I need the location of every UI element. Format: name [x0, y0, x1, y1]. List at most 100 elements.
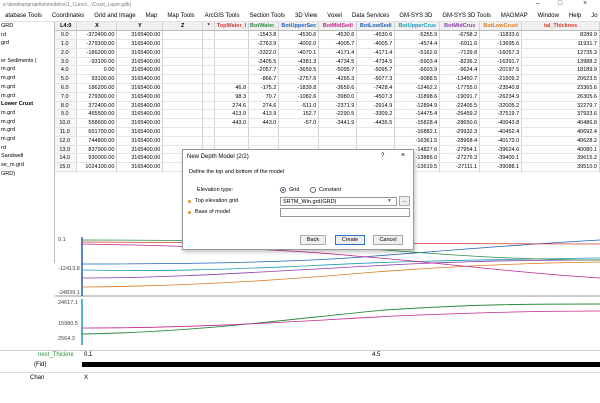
table-cell[interactable]: 443.0 — [214, 118, 250, 129]
table-cell[interactable]: -2757.6 — [278, 74, 320, 85]
table-cell[interactable]: -4734.5 — [356, 57, 396, 67]
menu-item[interactable]: Voxel — [322, 10, 347, 21]
table-cell[interactable]: 3165400.00 — [116, 57, 164, 67]
table-cell[interactable]: -2763.9 — [248, 39, 280, 49]
table-row[interactable]: 9.0 465500.00 3165400.00 413.9 413.9 152.7 -22… — [55, 109, 600, 120]
column-header[interactable]: Z — [162, 22, 204, 32]
table-cell[interactable]: -3322.0 — [248, 48, 280, 58]
table-cell[interactable]: 930000.00 — [76, 153, 118, 164]
table-cell[interactable]: 40692.4 — [521, 127, 600, 137]
menu-item[interactable]: Map Tools — [162, 10, 199, 21]
table-cell[interactable]: -20197.5 — [479, 65, 523, 76]
column-header[interactable]: X — [76, 22, 118, 32]
table-cell[interactable]: -15828.4 — [394, 118, 441, 129]
table-cell[interactable]: -27954.1 — [439, 145, 481, 155]
table-cell[interactable]: 3165400.00 — [116, 83, 164, 93]
cancel-button[interactable]: Cancel — [373, 235, 403, 245]
explorer-item[interactable]: m.grd — [0, 135, 54, 144]
column-header[interactable]: Y — [116, 22, 164, 32]
table-row[interactable]: 5.0 93100.00 3165400.00 -866.7 -2757.6 -4265.… — [55, 74, 600, 85]
table-cell[interactable] — [248, 136, 280, 146]
column-header[interactable]: tal_Thicknes — [521, 22, 600, 32]
table-cell[interactable]: -22405.5 — [439, 101, 481, 111]
table-cell[interactable]: 40628.2 — [521, 136, 600, 146]
table-cell[interactable]: -4436.5 — [356, 118, 396, 129]
explorer-item[interactable]: rd — [0, 31, 54, 40]
table-cell[interactable]: 3165400.00 — [116, 109, 164, 120]
table-cell[interactable] — [214, 30, 250, 41]
table-cell[interactable]: -26234.9 — [479, 92, 523, 102]
table-cell[interactable]: -17755.0 — [439, 83, 481, 93]
explorer-item[interactable]: m.grd — [0, 126, 54, 135]
table-cell[interactable] — [162, 136, 204, 146]
explorer-item[interactable]: GRD) — [0, 170, 54, 179]
back-button[interactable]: Back — [300, 235, 326, 245]
table-row[interactable]: 3.0 -93100.00 3165400.00 -2405.5 -4381.3 -473… — [55, 57, 600, 67]
table-cell[interactable]: 13.0 — [55, 145, 78, 155]
table-row[interactable]: 10.0 558600.00 3165400.00 443.0 443.0 -57.0 -3… — [55, 118, 600, 129]
table-cell[interactable]: 8289.9 — [521, 30, 600, 41]
table-cell[interactable]: 413.9 — [214, 109, 250, 120]
table-cell[interactable]: -4171.4 — [318, 48, 358, 58]
table-cell[interactable]: 3165400.00 — [116, 171, 164, 173]
browse-button[interactable]: ... — [399, 196, 410, 206]
table-cell[interactable]: -16882.1 — [394, 127, 441, 137]
column-header[interactable]: BotMidCrus — [439, 22, 481, 32]
table-cell[interactable]: -4507.3 — [356, 92, 396, 102]
table-cell[interactable] — [162, 127, 204, 137]
menu-item[interactable]: Coordinates — [47, 10, 89, 21]
table-cell[interactable]: 3165400.00 — [116, 153, 164, 164]
create-button[interactable]: Create — [335, 235, 365, 245]
table-cell[interactable]: 3165400.00 — [116, 92, 164, 102]
table-cell[interactable]: -11833.6 — [479, 30, 523, 41]
table-cell[interactable]: 1117200.00 — [76, 171, 118, 173]
table-cell[interactable]: -12894.9 — [394, 101, 441, 111]
table-row[interactable]: 7.0 279300.00 3165400.00 98.3 70.7 -1082.6 -39… — [55, 92, 600, 102]
table-cell[interactable]: 3.0 — [55, 57, 78, 67]
explorer-item[interactable]: Lower Crust — [0, 100, 54, 109]
table-cell[interactable]: -7139.8 — [439, 48, 481, 58]
table-cell[interactable]: -40173.0 — [479, 136, 523, 146]
table-cell[interactable] — [162, 74, 204, 85]
table-cell[interactable]: -6758.2 — [439, 30, 481, 41]
table-cell[interactable]: 15.0 — [55, 162, 78, 173]
table-cell[interactable]: 11.0 — [55, 127, 78, 137]
table-cell[interactable]: -23540.8 — [479, 83, 523, 93]
table-cell[interactable] — [278, 136, 320, 146]
table-cell[interactable] — [356, 127, 396, 137]
table-cell[interactable] — [162, 92, 204, 102]
column-header[interactable]: L4:0 — [55, 22, 78, 32]
table-cell[interactable]: -4002.0 — [278, 39, 320, 49]
table-cell[interactable]: -2290.5 — [318, 109, 358, 120]
table-cell[interactable] — [214, 127, 250, 137]
menu-item[interactable]: GM-SYS 3D Tools — [437, 10, 496, 21]
table-cell[interactable]: -4171.4 — [356, 48, 396, 58]
column-header[interactable]: * — [202, 22, 216, 32]
table-cell[interactable]: 1024100.00 — [76, 162, 118, 173]
table-cell[interactable] — [162, 48, 204, 58]
table-row[interactable]: 8.0 372400.00 3165400.00 274.6 274.6 -511.0 -2… — [55, 101, 600, 111]
table-cell[interactable] — [214, 136, 250, 146]
table-cell[interactable]: -4734.5 — [318, 57, 358, 67]
table-cell[interactable]: 14.0 — [55, 153, 78, 164]
table-row[interactable]: 12.0 744800.00 3165400.00 -16361.5 -28968.4-… — [55, 136, 600, 146]
table-cell[interactable]: -13450.7 — [439, 74, 481, 85]
table-cell[interactable]: -2405.5 — [248, 57, 280, 67]
table-cell[interactable]: -3659.5 — [278, 65, 320, 76]
table-cell[interactable]: -511.0 — [278, 101, 320, 111]
table-cell[interactable]: 274.6 — [248, 101, 280, 111]
minimize-icon[interactable]: – — [528, 0, 548, 10]
table-cell[interactable]: -6911.6 — [439, 39, 481, 49]
table-cell[interactable]: -8236.2 — [439, 57, 481, 67]
table-cell[interactable]: -11898.6 — [394, 92, 441, 102]
table-cell[interactable]: -40043.8 — [479, 118, 523, 129]
table-cell[interactable]: 46.8 — [214, 83, 250, 93]
close-icon[interactable]: × — [575, 0, 595, 10]
table-cell[interactable]: -279300.00 — [76, 39, 118, 49]
top-elevation-select[interactable]: SRTM_Win.grd(GRD) — [280, 197, 397, 206]
table-cell[interactable]: -39054.6 — [479, 171, 523, 173]
table-row[interactable]: 6.0 186200.00 3165400.00 46.8 -175.2 -1839.8-… — [55, 83, 600, 93]
table-cell[interactable]: -3441.9 — [318, 118, 358, 129]
table-cell[interactable]: -21609.2 — [479, 74, 523, 85]
table-cell[interactable]: 3165400.00 — [116, 136, 164, 146]
